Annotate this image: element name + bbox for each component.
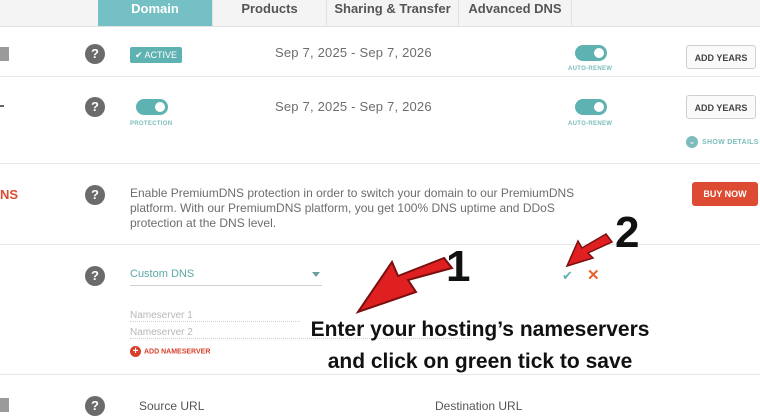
instruction-line-1: Enter your hosting’s nameservers bbox=[310, 318, 650, 341]
arrow-1-icon bbox=[355, 256, 454, 314]
instruction-line-2: and click on green tick to save bbox=[327, 350, 633, 373]
step-number-2: 2 bbox=[615, 208, 640, 257]
step-number-1: 1 bbox=[446, 242, 471, 291]
arrow-2-icon bbox=[565, 233, 614, 268]
